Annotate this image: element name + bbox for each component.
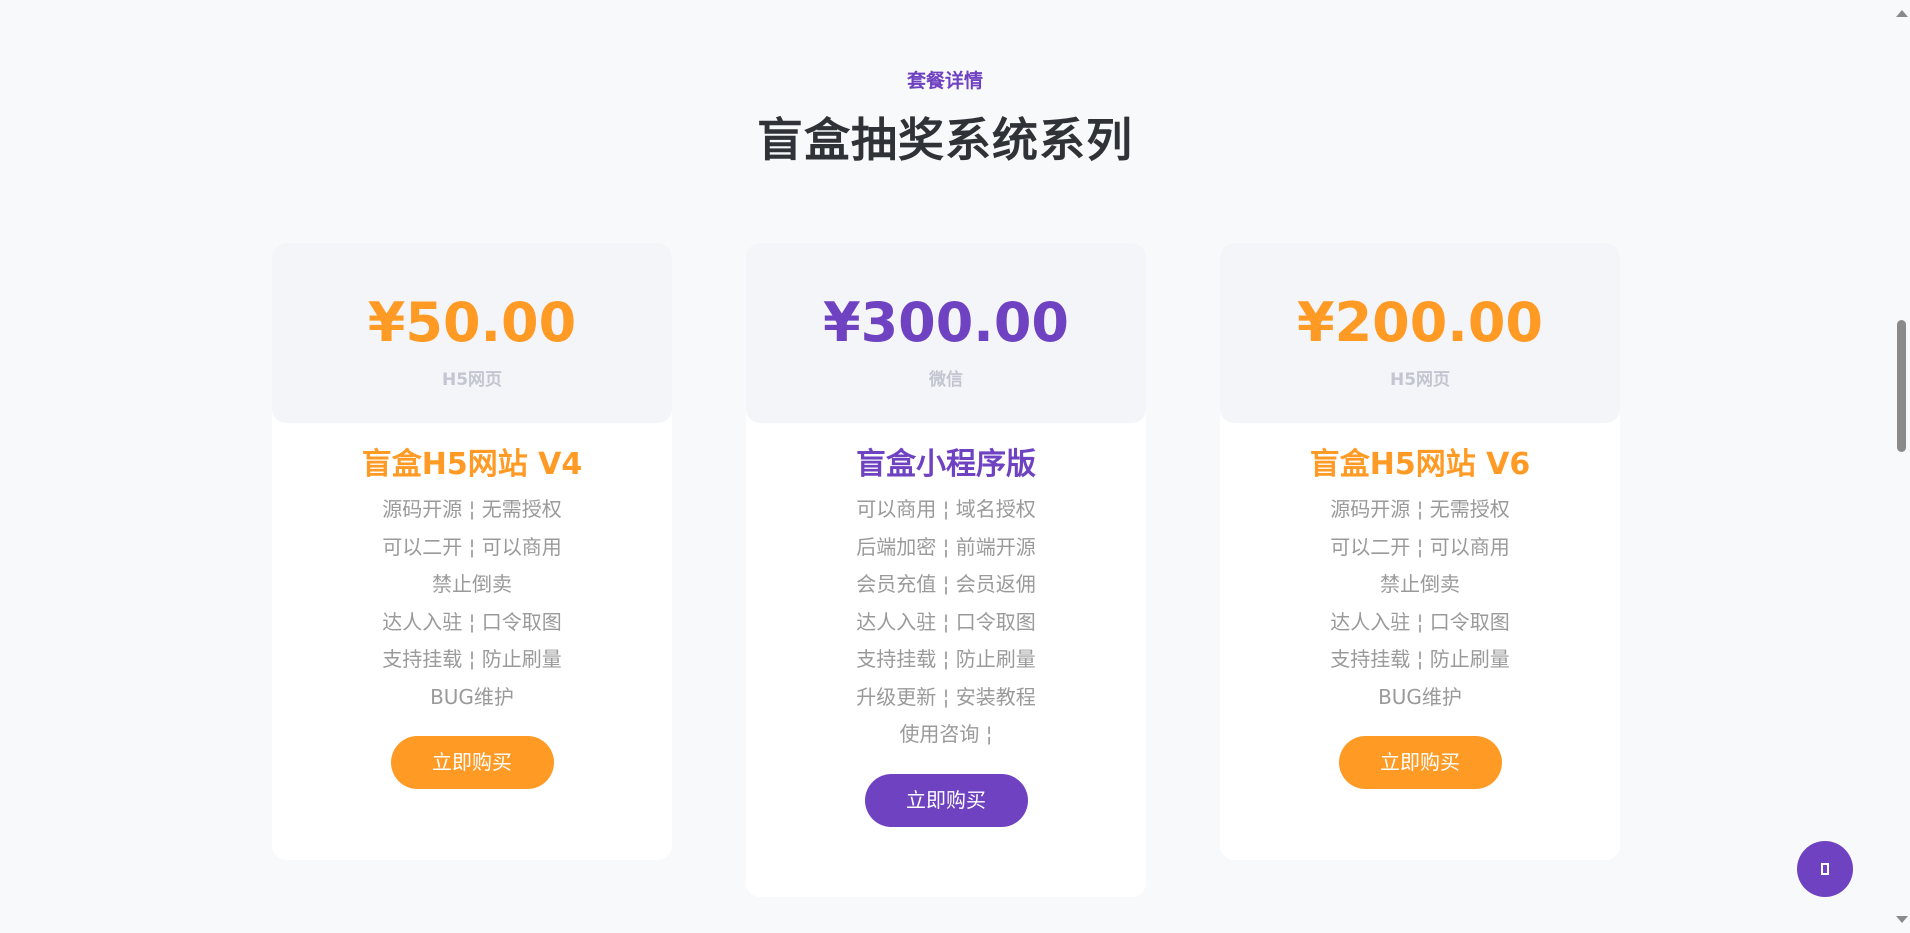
feature-item: 禁止倒卖 [1380,572,1460,596]
section-subtitle: 套餐详情 [906,70,983,92]
card-header: ¥300.00 微信 [746,243,1146,423]
pricing-card-h5-v4: ¥50.00 H5网页 盲盒H5网站 V4 源码开源 ¦ 无需授权 可以二开 ¦… [272,243,672,860]
feature-item: 后端加密 ¦ 前端开源 [856,534,1036,559]
feature-item: 可以二开 ¦ 可以商用 [1330,534,1510,559]
buy-button[interactable]: 立即购买 [390,736,554,789]
scrollbar-thumb[interactable] [1897,320,1906,452]
feature-item: 达人入驻 ¦ 口令取图 [382,609,562,634]
feature-item: 达人入驻 ¦ 口令取图 [1330,609,1510,634]
feature-item: 禁止倒卖 [432,572,512,596]
page: 套餐详情 盲盒抽奖系统系列 ¥50.00 H5网页 盲盒H5网站 V4 源码开源… [0,0,1910,933]
price: ¥300.00 [823,291,1069,354]
chat-icon [1821,863,1829,875]
scroll-up-arrow-icon[interactable] [1896,10,1908,17]
card-body: 盲盒H5网站 V4 源码开源 ¦ 无需授权 可以二开 ¦ 可以商用 禁止倒卖 达… [272,423,672,789]
card-header: ¥200.00 H5网页 [1220,243,1620,423]
feature-item: 达人入驻 ¦ 口令取图 [856,609,1036,634]
pricing-card-h5-v6: ¥200.00 H5网页 盲盒H5网站 V6 源码开源 ¦ 无需授权 可以二开 … [1220,243,1620,860]
feature-item: 可以二开 ¦ 可以商用 [382,534,562,559]
price: ¥200.00 [1297,291,1543,354]
platform-label: 微信 [929,370,963,390]
card-body: 盲盒H5网站 V6 源码开源 ¦ 无需授权 可以二开 ¦ 可以商用 禁止倒卖 达… [1220,423,1620,789]
platform-label: H5网页 [441,370,503,390]
feature-item: 会员充值 ¦ 会员返佣 [856,572,1036,596]
feature-item: BUG维护 [430,684,514,709]
feature-item: BUG维护 [1378,684,1462,709]
platform-label: H5网页 [1389,370,1451,390]
plan-name: 盲盒H5网站 V6 [1309,447,1531,482]
section-title: 盲盒抽奖系统系列 [757,113,1133,167]
feature-item: 可以商用 ¦ 域名授权 [856,497,1036,521]
feature-item: 使用咨询 ¦ [899,722,993,746]
plan-name: 盲盒小程序版 [856,447,1036,482]
feature-item: 源码开源 ¦ 无需授权 [1330,497,1510,521]
buy-button[interactable]: 立即购买 [1338,736,1502,789]
card-body: 盲盒小程序版 可以商用 ¦ 域名授权 后端加密 ¦ 前端开源 会员充值 ¦ 会员… [746,423,1146,827]
feature-item: 支持挂载 ¦ 防止刷量 [1330,647,1510,671]
feature-item: 升级更新 ¦ 安装教程 [856,684,1036,709]
feature-item: 源码开源 ¦ 无需授权 [382,497,562,521]
card-header: ¥50.00 H5网页 [272,243,672,423]
buy-button[interactable]: 立即购买 [864,773,1028,827]
plan-name: 盲盒H5网站 V4 [361,447,583,482]
feature-item: 支持挂载 ¦ 防止刷量 [856,647,1036,671]
pricing-card-miniprogram: ¥300.00 微信 盲盒小程序版 可以商用 ¦ 域名授权 后端加密 ¦ 前端开… [746,243,1146,897]
vertical-scrollbar[interactable] [1892,0,1910,933]
floating-chat-button[interactable] [1797,841,1853,897]
feature-item: 支持挂载 ¦ 防止刷量 [382,647,562,671]
scroll-down-arrow-icon[interactable] [1896,916,1908,923]
price: ¥50.00 [367,291,577,354]
